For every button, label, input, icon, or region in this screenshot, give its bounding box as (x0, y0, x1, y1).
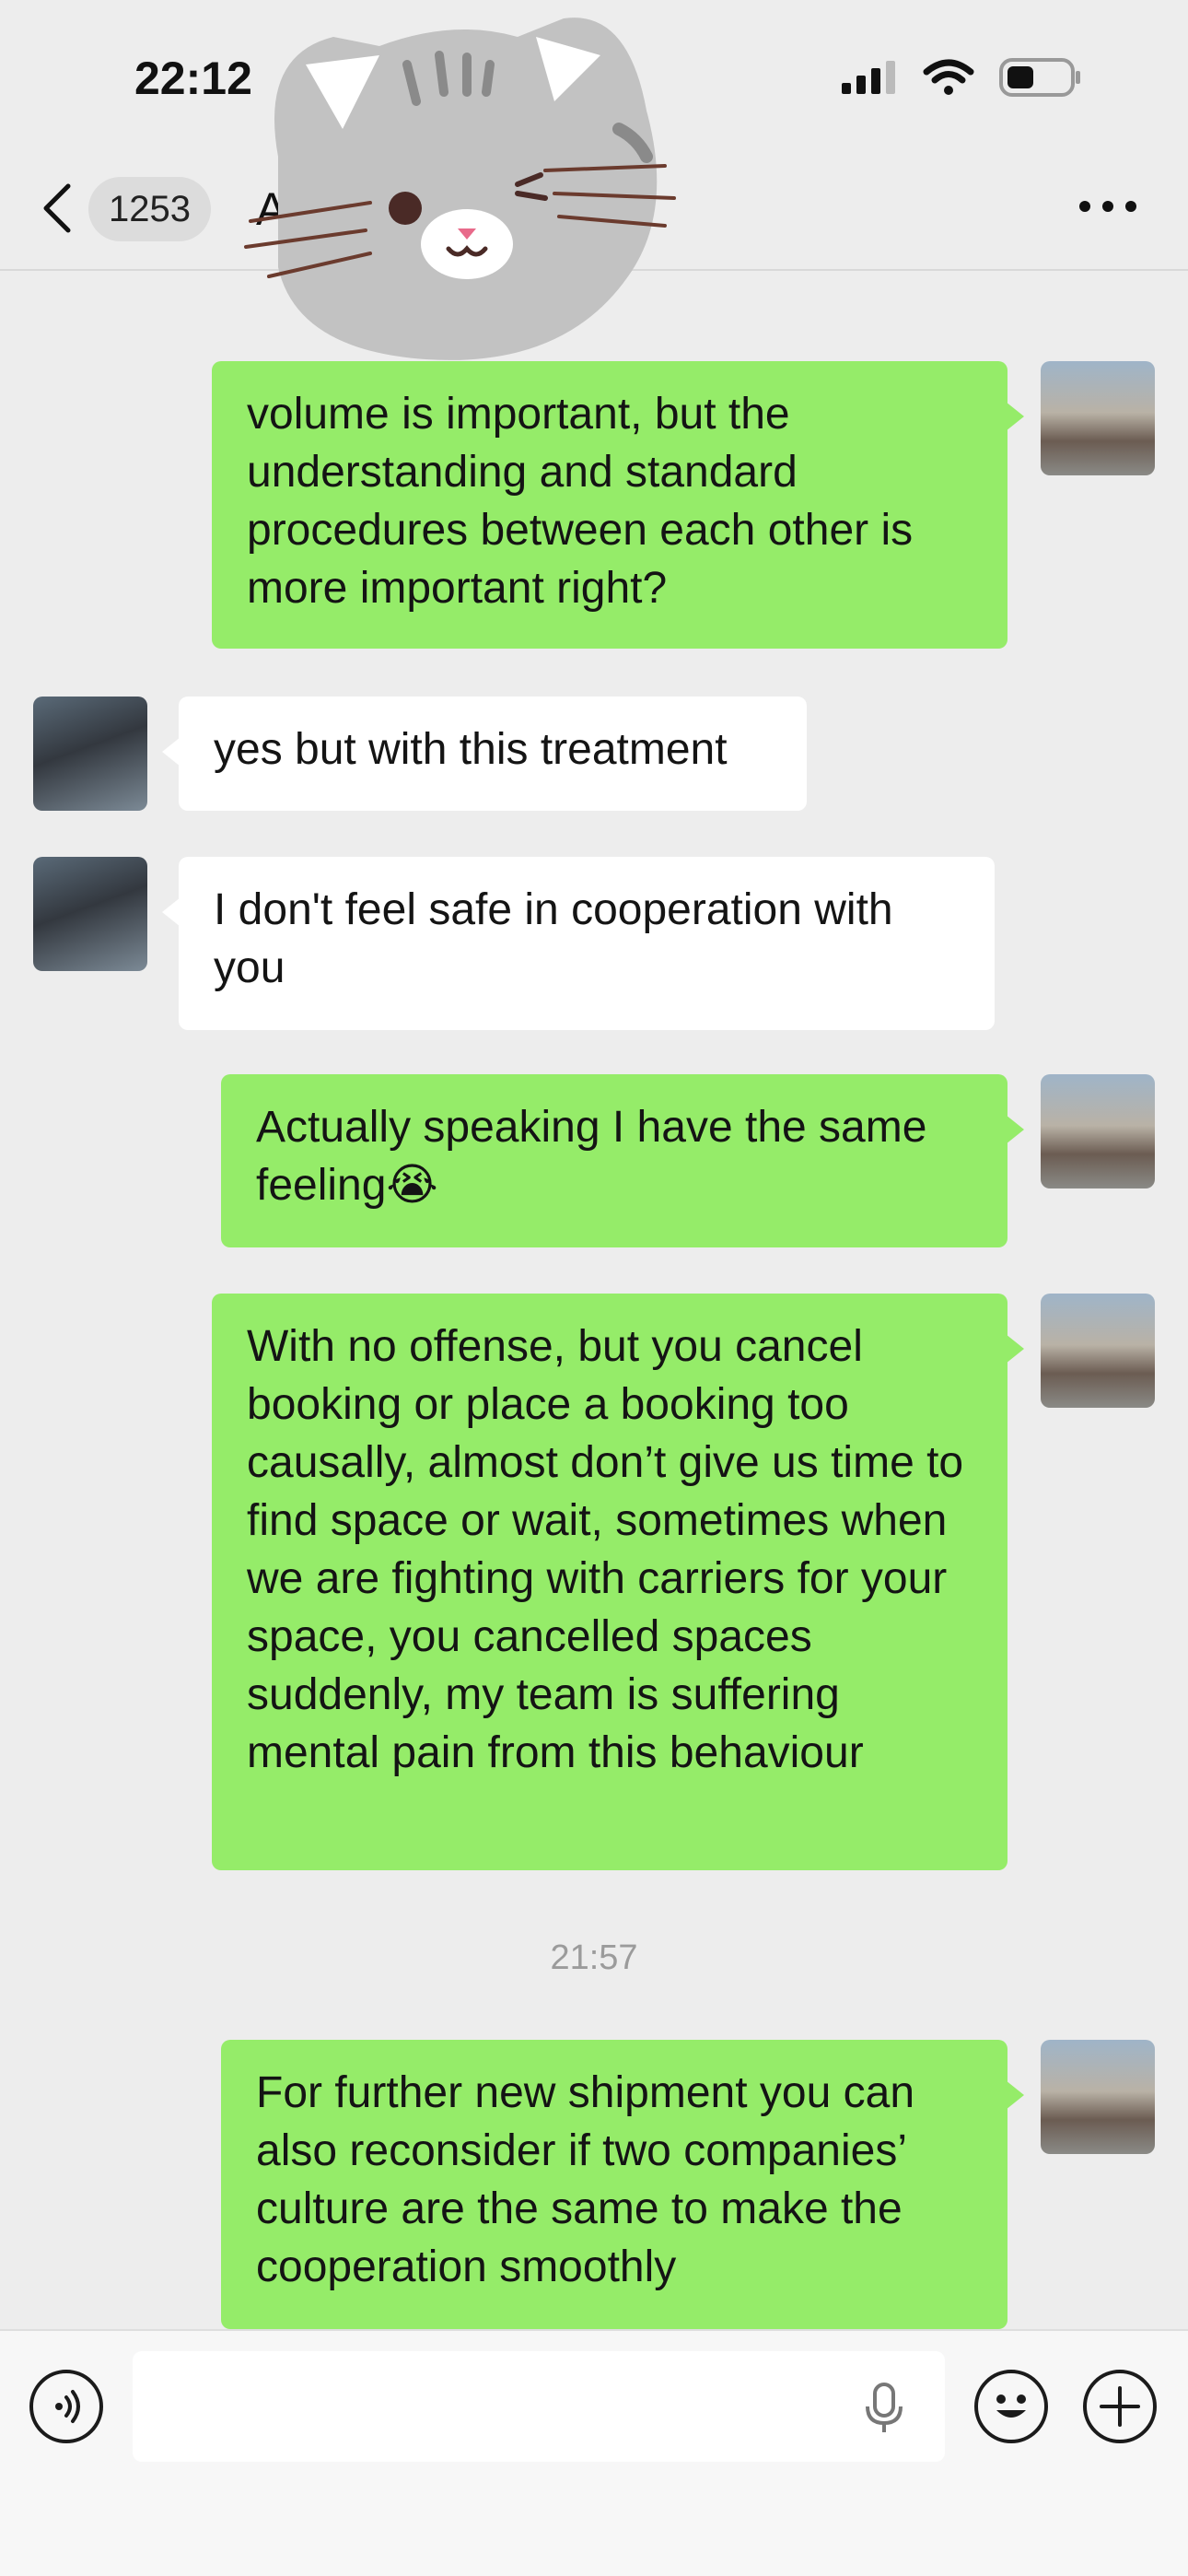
my-message-bubble[interactable]: For further new shipment you can also re… (221, 2040, 1024, 2329)
microphone-icon[interactable] (864, 2383, 904, 2434)
message-list[interactable]: volume is important, but the understandi… (0, 271, 1188, 2329)
voice-icon[interactable] (29, 2370, 103, 2443)
contact-message-bubble[interactable]: I don't feel safe in cooperation with yo… (162, 857, 995, 1030)
more-icon[interactable] (1079, 188, 1136, 225)
contact-avatar[interactable] (33, 857, 147, 971)
cat-sticker (244, 18, 676, 360)
status-time: 22:12 (134, 53, 252, 104)
my-avatar[interactable] (1041, 2040, 1155, 2154)
status-icons (840, 57, 1083, 98)
contact-message-bubble[interactable]: yes but with this treatment (162, 697, 807, 811)
my-avatar[interactable] (1041, 1074, 1155, 1188)
plus-icon[interactable] (1083, 2370, 1157, 2443)
cellular-signal-icon (842, 61, 895, 94)
my-message-bubble[interactable]: With no offense, but you cancel booking … (212, 1294, 1024, 1870)
battery-icon (999, 58, 1080, 97)
emoji-icon[interactable] (974, 2370, 1048, 2443)
contact-avatar[interactable] (33, 697, 147, 811)
message-input-bar (0, 2329, 1188, 2576)
back-chevron-icon[interactable] (37, 181, 77, 236)
unread-count-badge[interactable]: 1253 (88, 177, 211, 241)
message-text-field[interactable] (133, 2351, 945, 2462)
my-message-bubble[interactable]: Actually speaking I have the same feelin… (221, 1074, 1024, 1247)
my-avatar[interactable] (1041, 1294, 1155, 1408)
my-avatar[interactable] (1041, 361, 1155, 475)
wifi-icon (923, 59, 974, 95)
message-timestamp: 21:57 (550, 1938, 638, 1977)
my-message-bubble[interactable]: volume is important, but the understandi… (212, 361, 1024, 649)
